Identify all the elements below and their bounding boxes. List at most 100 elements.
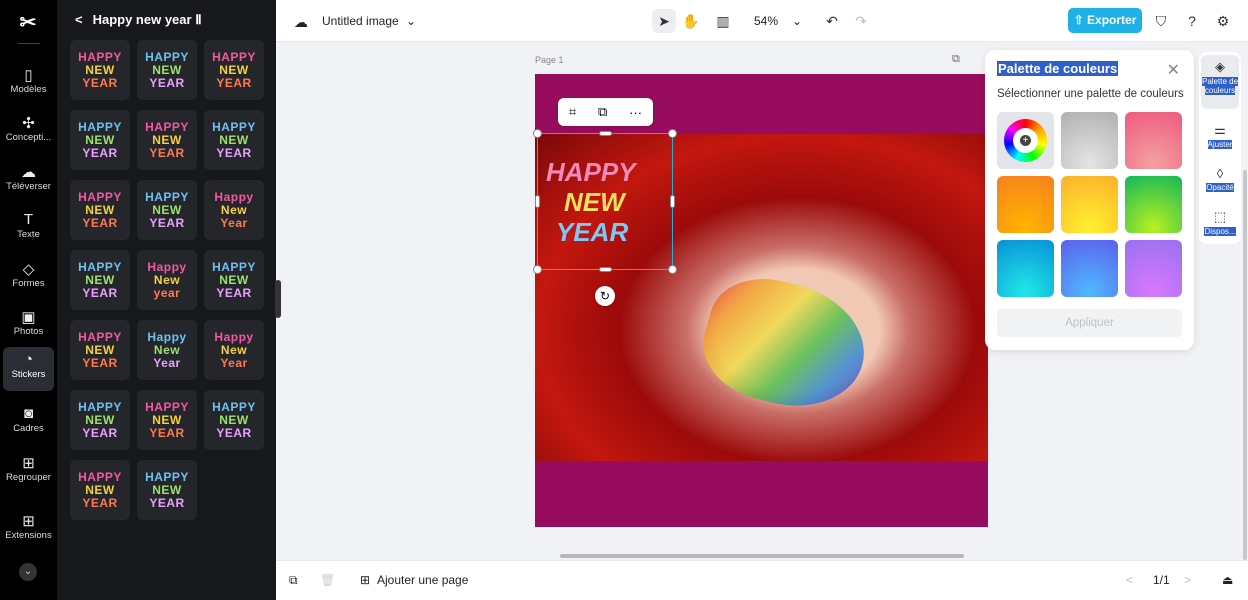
sticker-item[interactable]: HAPPY NEW YEAR [204,40,264,100]
more-icon[interactable]: ··· [629,105,642,120]
rail-item-texte[interactable]: T Texte [3,207,54,251]
export-button[interactable]: ⇧ Exporter [1068,8,1142,33]
back-icon[interactable]: < [75,12,83,27]
rail-label: Téléverser [6,181,51,192]
resize-handle[interactable] [533,129,542,138]
duplicate-icon[interactable]: ⧉ [598,104,607,120]
gear-icon[interactable]: ⚙ [1211,9,1235,33]
rail-item-cadres[interactable]: ◙ Cadres [3,401,54,445]
swatch-pink[interactable] [1125,112,1182,169]
vertical-scrollbar[interactable] [1243,170,1247,560]
sticker-item[interactable]: HAPPY NEW YEAR [137,40,197,100]
resize-handle[interactable] [668,129,677,138]
close-icon[interactable]: ✕ [1167,60,1180,80]
sticker-item[interactable]: Happy New Year [204,180,264,240]
tool-opacity[interactable]: ◊ Opacité [1201,166,1239,192]
swatch-gray[interactable] [1061,112,1118,169]
help-icon[interactable]: ? [1180,9,1204,33]
shield-icon[interactable]: ⛉ [1149,9,1173,33]
palette-subtitle: Sélectionner une palette de couleurs [997,88,1184,100]
photos-icon: ▣ [21,309,36,326]
capcut-logo[interactable]: ✂ [16,10,40,34]
resize-handle[interactable] [533,265,542,274]
chevron-down-icon[interactable]: ⌄ [792,14,802,28]
sticker-item[interactable]: HAPPY NEW YEAR [204,110,264,170]
swatch-orange[interactable] [997,176,1054,233]
duplicate-page-icon[interactable]: ⧉ [952,53,960,66]
add-page-icon[interactable]: ⊞ [360,573,370,587]
resize-handle[interactable] [599,131,612,136]
apply-button[interactable]: Appliquer [997,309,1182,337]
tool-arrange[interactable]: ⬚ Dispos... [1201,209,1239,236]
resize-handle[interactable] [599,267,612,272]
selected-sticker[interactable]: HAPPY NEW YEAR [533,129,677,274]
swatch-green[interactable] [1125,176,1182,233]
rail-item-stickers[interactable]: ◔ Stickers [3,347,54,391]
sticker-item[interactable]: HAPPY NEW YEAR [70,250,130,310]
sticker-text: NEW [152,202,182,217]
chevron-down-icon[interactable]: ⌄ [19,563,37,581]
add-page-button[interactable]: Ajouter une page [377,573,468,587]
sticker-text: HAPPY [78,189,122,204]
sticker-item[interactable]: Happy New year [137,250,197,310]
layers-icon[interactable]: ⧉ [289,573,298,588]
tool-adjust[interactable]: ⚌ Ajuster [1201,122,1239,149]
sticker-item[interactable]: HAPPY NEW YEAR [70,320,130,380]
next-page-icon[interactable]: > [1184,573,1191,587]
rail-item-regrouper[interactable]: ⊞ Regrouper [3,450,54,494]
rail-item-formes[interactable]: ◇ Formes [3,256,54,300]
sticker-item[interactable]: HAPPY NEW YEAR [70,110,130,170]
zoom-level[interactable]: 54% [754,14,778,28]
sticker-text: HAPPY [145,49,189,64]
select-tool-icon[interactable]: ➤ [652,9,676,33]
sticker-text: NEW [564,186,625,217]
sticker-text: Year [220,355,248,370]
redo-icon[interactable]: ↷ [849,9,873,33]
resize-handle[interactable] [535,195,540,208]
swatch-purple[interactable] [1125,240,1182,297]
upload-icon: ☁ [21,164,36,181]
sticker-text: HAPPY [78,329,122,344]
sticker-item[interactable]: HAPPY NEW YEAR [70,180,130,240]
resize-handle[interactable] [670,195,675,208]
layout-icon[interactable]: ▥ [711,9,735,33]
sticker-item[interactable]: HAPPY NEW YEAR [137,460,197,520]
sticker-item[interactable]: HAPPY NEW YEAR [137,390,197,450]
document-title[interactable]: Untitled image [322,14,399,28]
rail-item-modeles[interactable]: ▯ Modèles [3,62,54,106]
pages-panel-icon[interactable]: ⏏ [1222,573,1233,587]
sticker-item[interactable]: Happy New Year [204,320,264,380]
panel-collapse-handle[interactable] [275,280,281,318]
custom-color-swatch[interactable]: + [997,112,1054,169]
swatch-yellow[interactable] [1061,176,1118,233]
sticker-item[interactable]: HAPPY NEW YEAR [70,40,130,100]
sticker-item[interactable]: HAPPY NEW YEAR [204,250,264,310]
sticker-item[interactable]: Happy New Year [137,320,197,380]
rail-item-extensions[interactable]: ⊞ Extensions [3,508,54,552]
page-label: Page 1 [535,55,564,65]
rail-item-televerser[interactable]: ☁ Téléverser [3,159,54,203]
sticker-text: YEAR [82,75,118,90]
sticker-item[interactable]: HAPPY NEW YEAR [70,460,130,520]
sticker-item[interactable]: HAPPY NEW YEAR [137,110,197,170]
sticker-text: NEW [219,272,249,287]
swatch-blue[interactable] [1061,240,1118,297]
sticker-item[interactable]: HAPPY NEW YEAR [137,180,197,240]
trash-icon[interactable]: 🗑 [320,573,335,587]
chevron-down-icon[interactable]: ⌄ [406,14,416,28]
sticker-item[interactable]: HAPPY NEW YEAR [204,390,264,450]
tool-color-palette[interactable]: ◈ Palette de couleurs [1201,55,1239,109]
swatch-cyan[interactable] [997,240,1054,297]
rail-item-conception[interactable]: ✣ Concepti... [3,110,54,154]
prev-page-icon[interactable]: < [1126,573,1133,587]
rotate-icon[interactable]: ↻ [595,286,615,306]
horizontal-scrollbar[interactable] [560,554,964,558]
rail-item-photos[interactable]: ▣ Photos [3,304,54,348]
crop-icon[interactable]: ⌗ [569,104,576,120]
sticker-item[interactable]: HAPPY NEW YEAR [70,390,130,450]
undo-icon[interactable]: ↶ [820,9,844,33]
sticker-text: YEAR [82,285,118,300]
resize-handle[interactable] [668,265,677,274]
hand-tool-icon[interactable]: ✋ [679,9,703,33]
cloud-icon[interactable]: ☁ [294,14,308,31]
